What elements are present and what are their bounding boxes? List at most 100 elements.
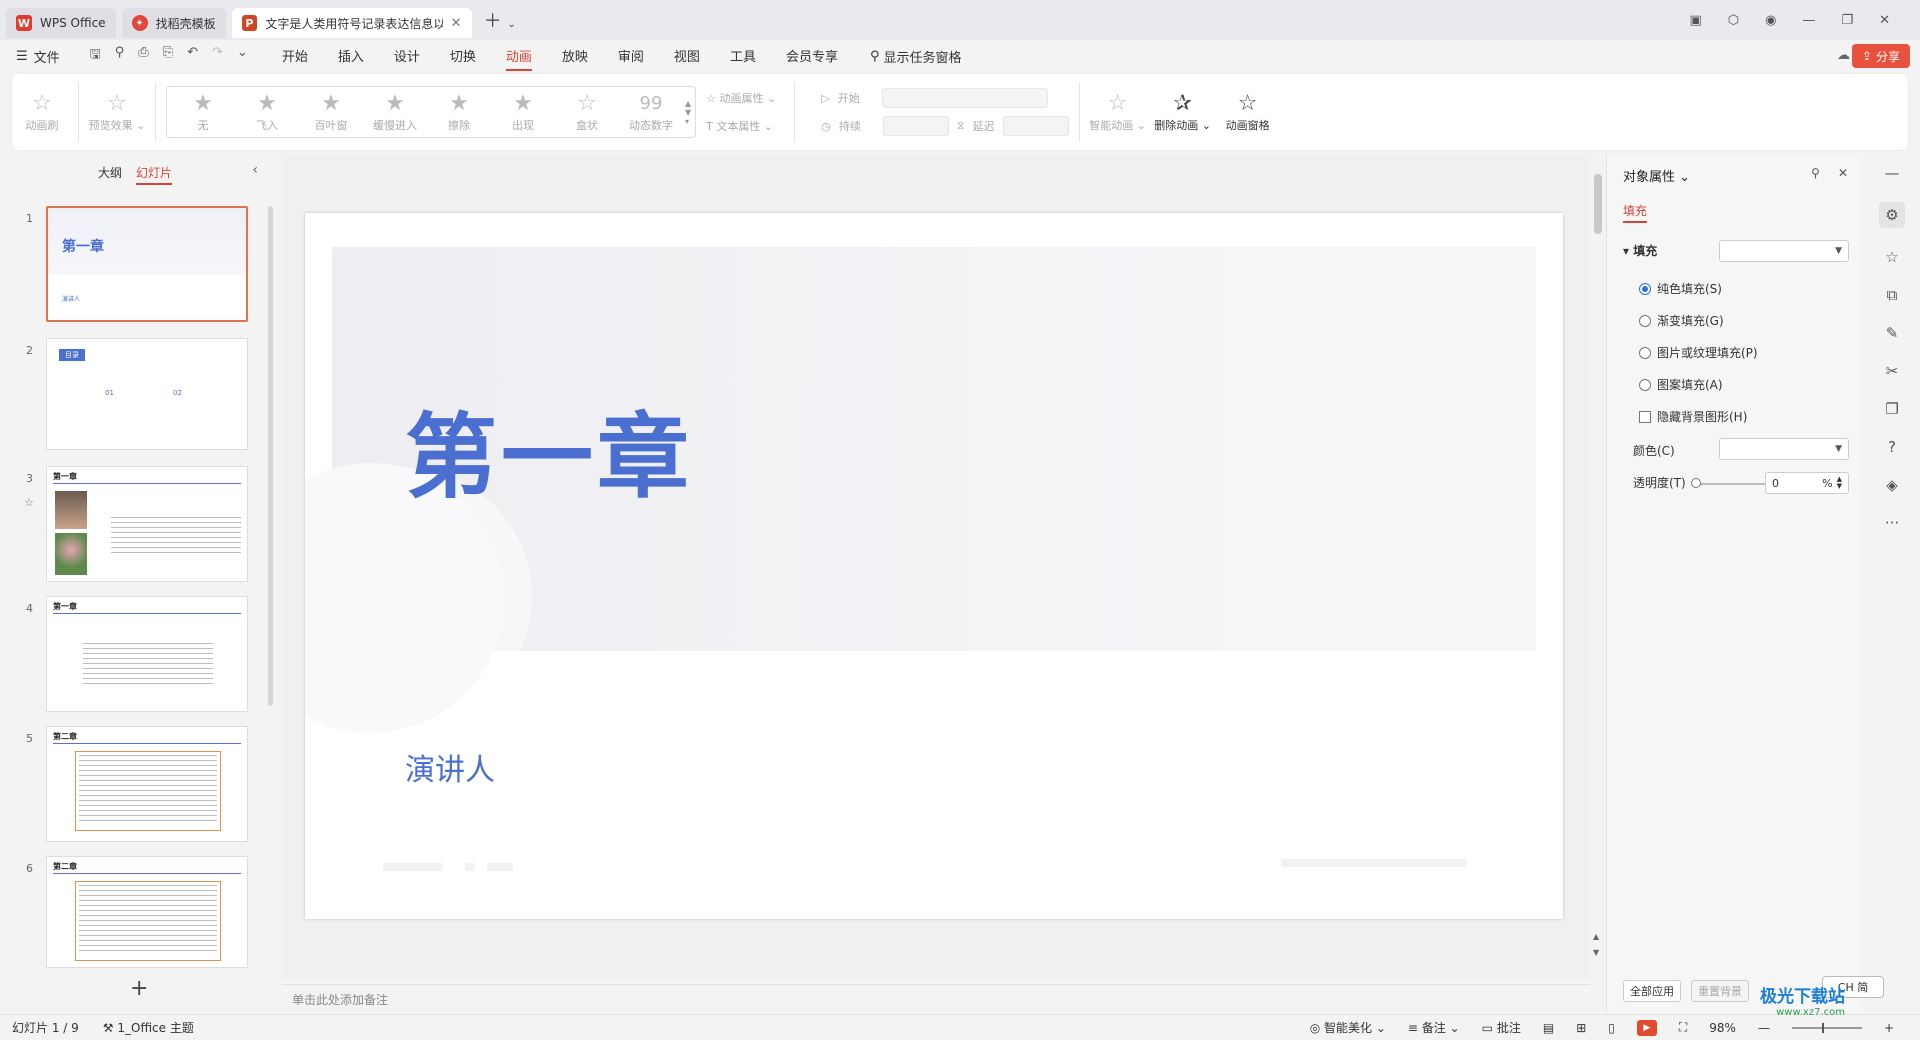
- menu-member[interactable]: 会员专享: [786, 42, 838, 71]
- radio-gradient-fill[interactable]: 渐变填充(G): [1639, 312, 1724, 329]
- shapes-icon[interactable]: ◈: [1886, 476, 1898, 494]
- save-icon[interactable]: 🖫: [90, 45, 101, 67]
- slide-thumbnail-1[interactable]: 第一章 演讲人: [46, 206, 248, 322]
- zoom-out-icon[interactable]: —: [1758, 1021, 1770, 1035]
- layout-icon[interactable]: ▣: [1689, 13, 1701, 28]
- pane-title[interactable]: 对象属性 ⌄: [1623, 166, 1690, 185]
- print-preview-icon[interactable]: ⎘: [163, 45, 173, 67]
- tab-outline[interactable]: 大纲: [98, 164, 122, 185]
- preview-effect-button[interactable]: ☆ 预览效果 ⌄: [85, 82, 149, 142]
- thumbnail-scrollbar[interactable]: [268, 206, 273, 706]
- edit-icon[interactable]: ✎: [1886, 324, 1899, 342]
- quick-access-dropdown-icon[interactable]: ⌄: [237, 45, 248, 67]
- theme-indicator[interactable]: ⚒ 1_Office 主题: [103, 1019, 194, 1036]
- share-button[interactable]: ⇪ 分享: [1851, 44, 1910, 68]
- comments-button[interactable]: ▭ 批注: [1482, 1019, 1521, 1036]
- effect-appear[interactable]: ★ 出现: [491, 82, 555, 142]
- chevron-down-icon[interactable]: ▼: [685, 108, 691, 117]
- fit-window-icon[interactable]: ⛶: [1679, 1020, 1687, 1035]
- effect-none[interactable]: ★ 无: [171, 82, 235, 142]
- radio-solid-fill[interactable]: 纯色填充(S): [1639, 280, 1722, 297]
- redo-icon[interactable]: ↷: [212, 45, 223, 67]
- radio-picture-fill[interactable]: 图片或纹理填充(P): [1639, 344, 1758, 361]
- pin-icon[interactable]: ⚲: [1811, 166, 1820, 180]
- radio-button[interactable]: [1639, 378, 1651, 391]
- collapse-panel-icon[interactable]: ‹: [252, 162, 258, 178]
- effect-dynamic-number[interactable]: 99 动态数字: [619, 82, 683, 142]
- menu-animation[interactable]: 动画: [505, 42, 532, 71]
- menu-transitions[interactable]: 切换: [450, 42, 476, 71]
- radio-button[interactable]: [1639, 282, 1651, 295]
- tab-docer-templates[interactable]: ✦ 找稻壳模板: [121, 8, 226, 38]
- gallery-scroll[interactable]: ▲ ▼ ▾: [683, 99, 691, 126]
- new-tab-icon[interactable]: ＋ ⌄: [484, 7, 516, 33]
- animation-pane-button[interactable]: ☆ 动画窗格: [1216, 82, 1280, 142]
- effect-wipe[interactable]: ★ 擦除: [427, 82, 491, 142]
- print-icon[interactable]: ⎙: [138, 45, 148, 67]
- cloud-sync-icon[interactable]: ☁: [1837, 48, 1850, 63]
- menu-tools[interactable]: 工具: [730, 42, 756, 71]
- avatar[interactable]: ◉: [1765, 13, 1776, 28]
- slide-thumbnail-5[interactable]: 第二章: [46, 726, 248, 842]
- slide-thumbnail-6[interactable]: 第二章: [46, 856, 248, 968]
- slide-vertical-scrollbar[interactable]: ▲ ▼: [1591, 154, 1605, 980]
- delay-input[interactable]: [1002, 116, 1069, 136]
- show-task-pane-button[interactable]: ⚲ 显示任务窗格: [870, 47, 962, 66]
- close-pane-icon[interactable]: ✕: [1838, 166, 1848, 180]
- file-menu[interactable]: ☰ 文件: [16, 47, 60, 66]
- text-properties-button[interactable]: T 文本属性 ⌄: [706, 118, 776, 134]
- checkbox[interactable]: [1639, 410, 1651, 423]
- delete-animation-button[interactable]: ✰ 删除动画 ⌄: [1150, 82, 1216, 142]
- minimize-pane-icon[interactable]: —: [1885, 164, 1900, 182]
- menu-view[interactable]: 视图: [674, 42, 700, 71]
- tab-slides[interactable]: 幻灯片: [136, 164, 173, 185]
- slide-thumbnail-3[interactable]: 第一章: [46, 466, 248, 582]
- tab-wps-office[interactable]: W WPS Office: [6, 8, 116, 38]
- undo-icon[interactable]: ↶: [187, 45, 198, 67]
- prev-slide-icon[interactable]: ▲: [1593, 932, 1599, 941]
- start-select[interactable]: [881, 88, 1048, 108]
- restore-icon[interactable]: ❐: [1841, 13, 1853, 28]
- menu-insert[interactable]: 插入: [338, 42, 364, 71]
- tab-fill[interactable]: 填充: [1623, 202, 1648, 223]
- star-icon[interactable]: ☆: [1885, 248, 1898, 266]
- apply-all-button[interactable]: 全部应用: [1623, 980, 1681, 1002]
- slide-title[interactable]: 第一章: [405, 383, 693, 516]
- animation-brush-button[interactable]: ☆ 动画刷: [12, 82, 72, 142]
- scrollbar-thumb[interactable]: [1594, 174, 1602, 234]
- minimize-icon[interactable]: —: [1802, 13, 1815, 28]
- more-icon[interactable]: ···: [1885, 514, 1899, 532]
- effect-ease-in[interactable]: ★ 缓慢进入: [363, 82, 427, 142]
- current-slide[interactable]: 第一章 演讲人: [305, 213, 1563, 919]
- slide-presenter[interactable]: 演讲人: [405, 745, 495, 789]
- effect-fly-in[interactable]: ★ 飞入: [235, 82, 299, 142]
- radio-button[interactable]: [1639, 314, 1651, 327]
- slide-thumbnail-4[interactable]: 第一章: [46, 596, 248, 712]
- zoom-level[interactable]: 98%: [1709, 1021, 1736, 1035]
- play-slideshow-icon[interactable]: ▶: [1636, 1019, 1657, 1036]
- zoom-in-icon[interactable]: +: [1884, 1021, 1894, 1035]
- notes-field[interactable]: 单击此处添加备注: [282, 984, 1590, 1012]
- menu-home[interactable]: 开始: [282, 42, 308, 71]
- book-icon[interactable]: ❐: [1885, 400, 1898, 418]
- effect-box[interactable]: ☆ 盒状: [555, 82, 619, 142]
- add-slide-icon[interactable]: +: [130, 976, 148, 1001]
- close-window-icon[interactable]: ✕: [1879, 13, 1890, 28]
- transparency-input[interactable]: 0 % ▲ ▼: [1765, 472, 1849, 494]
- zoom-slider[interactable]: [1791, 1022, 1862, 1033]
- tab-presentation[interactable]: P 文字是人类用符号记录表达信息以 ✕: [231, 8, 472, 38]
- smart-animation-button[interactable]: ☆ 智能动画 ⌄: [1086, 82, 1150, 142]
- slides-icon[interactable]: ⧉: [1887, 286, 1898, 304]
- radio-button[interactable]: [1639, 346, 1651, 359]
- radio-pattern-fill[interactable]: 图案填充(A): [1639, 376, 1723, 393]
- menu-review[interactable]: 审阅: [618, 42, 644, 71]
- normal-view-icon[interactable]: ▤: [1543, 1021, 1554, 1035]
- effect-blinds[interactable]: ★ 百叶窗: [299, 82, 363, 142]
- help-icon[interactable]: ?: [1888, 438, 1896, 456]
- chevron-up-icon[interactable]: ▲: [685, 99, 691, 108]
- reset-background-button[interactable]: 重置背景: [1691, 980, 1749, 1002]
- tools-icon[interactable]: ✂: [1886, 362, 1899, 380]
- checkbox-hide-background[interactable]: 隐藏背景图形(H): [1639, 408, 1747, 425]
- transparency-slider-knob[interactable]: [1691, 478, 1701, 488]
- next-slide-icon[interactable]: ▼: [1593, 948, 1599, 957]
